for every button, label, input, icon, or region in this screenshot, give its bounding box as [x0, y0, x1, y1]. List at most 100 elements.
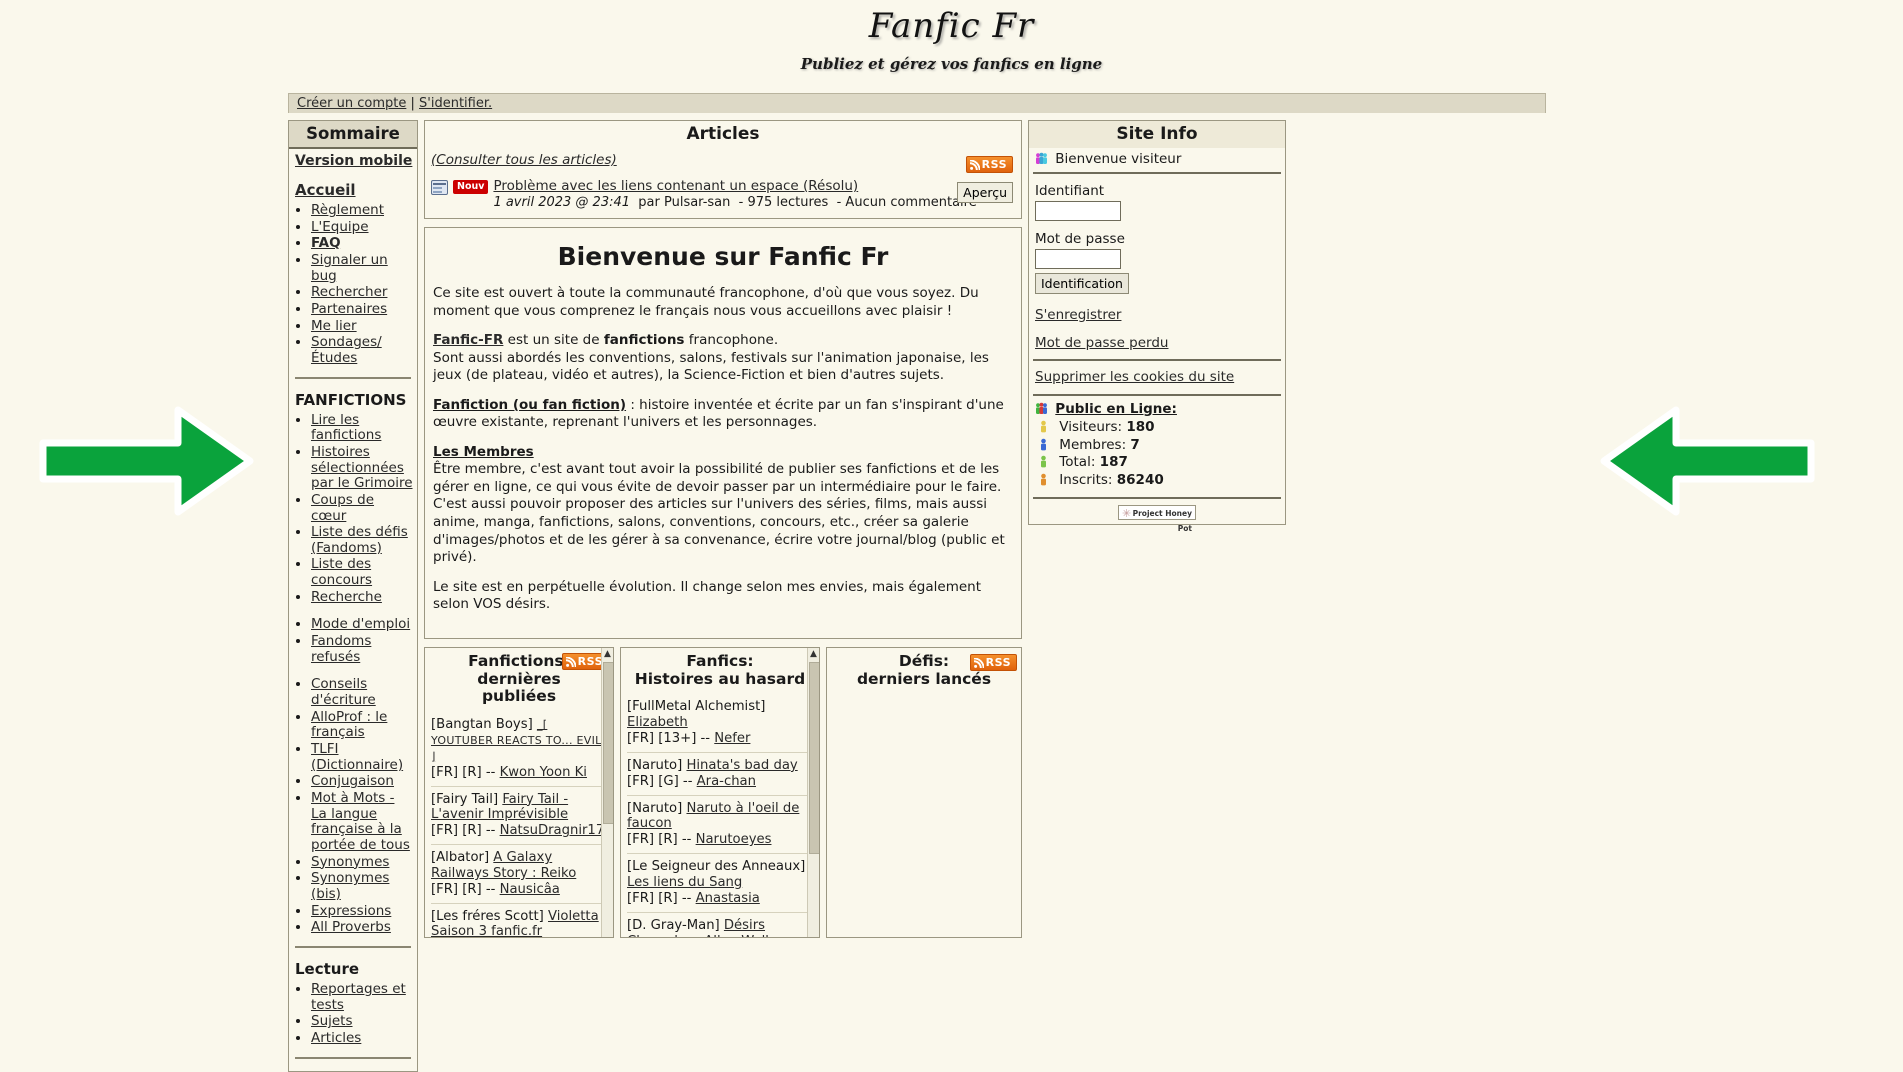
- sidebar-item-alloprof[interactable]: AlloProf : le français: [311, 709, 387, 741]
- bottom-boxes: RSS Fanfictions: dernières publiées [Ban…: [424, 646, 1022, 938]
- list-item[interactable]: Expressions: [311, 903, 413, 920]
- fandom-label: [Bangtan Boys]: [431, 717, 533, 733]
- sidebar-item-version-mobile[interactable]: Version mobile: [295, 153, 413, 169]
- delete-cookies-link[interactable]: Supprimer les cookies du site: [1035, 369, 1234, 385]
- sidebar-item-rechercher[interactable]: Rechercher: [311, 284, 387, 300]
- sidebar-item-reportages-et-tests[interactable]: Reportages et tests: [311, 981, 406, 1013]
- scrollbar[interactable]: ▲: [807, 647, 819, 937]
- sidebar-item-liste-des-concours[interactable]: Liste des concours: [311, 556, 372, 588]
- list-item[interactable]: Règlement: [311, 202, 413, 219]
- sidebar-item-sondages-etudes[interactable]: Sondages/Études: [311, 334, 382, 366]
- sidebar-item-mode-demploi[interactable]: Mode d'emploi: [311, 616, 410, 633]
- author-link[interactable]: Nefer: [714, 731, 750, 746]
- create-account-link[interactable]: Créer un compte: [297, 96, 406, 111]
- scrollbar[interactable]: ▲: [601, 647, 613, 937]
- list-item[interactable]: Reportages et tests: [311, 981, 413, 1013]
- sidebar-item-mot-a-mots[interactable]: Mot à Mots - La langue française à la po…: [311, 790, 410, 853]
- sidebar-item-synonymes-bis[interactable]: Synonymes (bis): [311, 870, 389, 902]
- list-item[interactable]: TLFI (Dictionnaire): [311, 741, 413, 773]
- list-item[interactable]: All Proverbs: [311, 919, 413, 936]
- author-link[interactable]: Nausicâa: [500, 882, 560, 897]
- scroll-thumb[interactable]: [603, 661, 613, 824]
- right-column: Site Info Bienvenue visiteur Identifiant: [1028, 120, 1286, 533]
- list-item[interactable]: Partenaires: [311, 301, 413, 318]
- list-item[interactable]: Rechercher: [311, 284, 413, 301]
- password-field[interactable]: [1035, 249, 1121, 269]
- author-link[interactable]: NatsuDragnir17: [500, 823, 605, 838]
- sidebar-item-synonymes[interactable]: Synonymes: [311, 854, 389, 870]
- sidebar-item-signaler-un-bug[interactable]: Signaler un bug: [311, 252, 388, 284]
- list-item[interactable]: Fandoms refusés: [311, 633, 413, 665]
- author-link[interactable]: Ara-chan: [697, 774, 756, 789]
- list-item[interactable]: AlloProf : le français: [311, 709, 413, 741]
- article-title-link[interactable]: Problème avec les liens contenant un esp…: [493, 178, 858, 194]
- stat-row: Visiteurs: 180: [1035, 419, 1279, 437]
- list-item[interactable]: Recherche: [311, 589, 413, 606]
- sidebar-item-tlfi[interactable]: TLFI (Dictionnaire): [311, 741, 403, 773]
- center-column: Articles (Consulter tous les articles) R…: [424, 120, 1022, 938]
- list-item[interactable]: Conseils d'écriture: [311, 677, 413, 708]
- list-item[interactable]: Lire les fanfictions: [311, 412, 413, 444]
- list-item[interactable]: Mot à Mots - La langue française à la po…: [311, 790, 413, 854]
- rss-icon[interactable]: RSS: [965, 156, 1013, 173]
- list-item[interactable]: Liste des défis (Fandoms): [311, 524, 413, 556]
- author-link[interactable]: Kwon Yoon Ki: [500, 765, 587, 780]
- register-link[interactable]: S'enregistrer: [1035, 307, 1121, 323]
- list-item[interactable]: Coups de cœur: [311, 492, 413, 524]
- sidebar-item-conjugaison[interactable]: Conjugaison: [311, 773, 394, 790]
- list-item[interactable]: FAQ: [311, 235, 413, 252]
- fanfic-fr-link[interactable]: Fanfic-FR: [433, 332, 503, 348]
- scroll-thumb[interactable]: [809, 661, 819, 854]
- sidebar-item-sujets[interactable]: Sujets: [311, 1013, 353, 1029]
- story-link[interactable]: Les liens du Sang: [627, 875, 742, 890]
- list-item[interactable]: Liste des concours: [311, 557, 413, 588]
- project-honey-pot-badge[interactable]: Project Honey Pot: [1118, 505, 1196, 533]
- next-arrow-icon[interactable]: [38, 396, 258, 530]
- apercu-button[interactable]: Aperçu: [957, 182, 1013, 203]
- list-item[interactable]: Conjugaison: [311, 774, 413, 790]
- lost-password-link[interactable]: Mot de passe perdu: [1035, 335, 1168, 351]
- list-item[interactable]: Sondages/Études: [311, 335, 413, 366]
- list-item[interactable]: Synonymes: [311, 854, 413, 871]
- login-button[interactable]: Identification: [1035, 273, 1129, 294]
- list-item[interactable]: Signaler un bug: [311, 252, 413, 284]
- scroll-up-icon[interactable]: ▲: [603, 649, 612, 660]
- sidebar-item-expressions[interactable]: Expressions: [311, 903, 391, 919]
- scroll-up-icon[interactable]: ▲: [809, 649, 818, 660]
- sidebar-item-histoires-grimoire[interactable]: Histoires sélectionnées par le Grimoire: [311, 444, 413, 491]
- sign-in-link[interactable]: S'identifier.: [419, 96, 492, 111]
- list-item[interactable]: Histoires sélectionnées par le Grimoire: [311, 444, 413, 492]
- prev-arrow-icon[interactable]: [1596, 396, 1816, 530]
- sidebar-item-coups-de-coeur[interactable]: Coups de cœur: [311, 492, 374, 524]
- story-link[interactable]: Elizabeth: [627, 715, 688, 730]
- list-item[interactable]: Mode d'emploi: [311, 617, 413, 633]
- sidebar-item-conseils-decriture[interactable]: Conseils d'écriture: [311, 676, 376, 708]
- stat-value: 7: [1130, 436, 1140, 453]
- sidebar-item-lequipe[interactable]: L'Equipe: [311, 219, 369, 235]
- sidebar-title: Sommaire: [289, 121, 417, 149]
- sidebar-item-all-proverbs[interactable]: All Proverbs: [311, 919, 391, 935]
- list-item[interactable]: Synonymes (bis): [311, 871, 413, 902]
- sidebar-item-faq[interactable]: FAQ: [311, 235, 341, 251]
- sidebar-item-accueil[interactable]: Accueil: [295, 181, 413, 199]
- sidebar-item-me-lier[interactable]: Me lier: [311, 318, 357, 334]
- sidebar-item-articles[interactable]: Articles: [311, 1030, 361, 1046]
- sidebar-item-liste-des-defis[interactable]: Liste des défis (Fandoms): [311, 524, 408, 556]
- consult-all-articles-link[interactable]: (Consulter tous les articles): [431, 152, 617, 168]
- sidebar-item-recherche[interactable]: Recherche: [311, 589, 382, 605]
- list-item[interactable]: Me lier: [311, 318, 413, 335]
- sidebar-item-fandoms-refuses[interactable]: Fandoms refusés: [311, 633, 371, 665]
- list-item[interactable]: L'Equipe: [311, 219, 413, 236]
- story-link[interactable]: Hinata's bad day: [686, 758, 797, 773]
- author-link[interactable]: Narutoeyes: [696, 832, 772, 847]
- sidebar-item-reglement[interactable]: Règlement: [311, 202, 384, 218]
- sidebar-item-lire-les-fanfictions[interactable]: Lire les fanfictions: [311, 412, 381, 444]
- list-item[interactable]: Sujets: [311, 1013, 413, 1030]
- welcome-p2-b: francophone.: [684, 332, 779, 349]
- sidebar-item-partenaires[interactable]: Partenaires: [311, 301, 387, 317]
- identifiant-field[interactable]: [1035, 201, 1121, 221]
- author-link[interactable]: Anastasia: [696, 891, 760, 906]
- rss-icon[interactable]: RSS: [969, 653, 1017, 671]
- list-item[interactable]: Articles: [311, 1030, 413, 1047]
- site-info-panel: Site Info Bienvenue visiteur Identifiant: [1028, 120, 1286, 533]
